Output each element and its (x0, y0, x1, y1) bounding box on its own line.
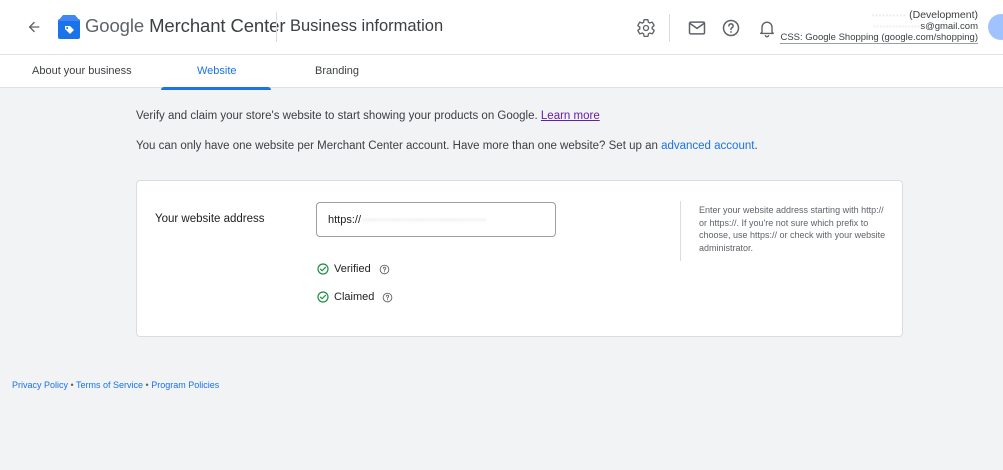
merchant-center-logo[interactable] (57, 14, 81, 40)
account-email-redacted: ··············· (872, 21, 921, 32)
verified-check-icon (317, 263, 329, 275)
avatar[interactable] (988, 14, 1003, 40)
account-email: ···············s@gmail.com (780, 21, 978, 32)
page-title: Business information (290, 17, 444, 35)
url-prefix: https:// (328, 213, 362, 226)
verified-status: Verified (317, 263, 390, 275)
settings-icon[interactable] (635, 17, 657, 39)
account-switcher[interactable]: ·········· (Development) ···············… (780, 10, 978, 44)
footer-separator: • (68, 380, 77, 390)
intro-line-2: You can only have one website per Mercha… (136, 140, 758, 152)
help-icon[interactable] (720, 17, 742, 39)
notifications-icon[interactable] (756, 17, 778, 39)
brand-product: Merchant Center (144, 15, 286, 36)
footer-separator: • (143, 380, 152, 390)
header-divider (276, 12, 277, 42)
website-address-input[interactable]: https://································… (316, 202, 556, 237)
account-name: ·········· (Development) (780, 10, 978, 21)
intro-text-1: Verify and claim your store's website to… (136, 110, 538, 122)
intro-line-2-period: . (754, 140, 758, 152)
hint-divider (680, 201, 681, 261)
account-email-suffix: s@gmail.com (920, 21, 978, 32)
verified-help-icon[interactable] (379, 264, 390, 275)
css-label: CSS: Google Shopping (google.com/shoppin… (780, 32, 978, 44)
privacy-policy-link[interactable]: Privacy Policy (12, 380, 68, 390)
product-name: Google Merchant Center (85, 15, 285, 37)
website-hint-text: Enter your website address starting with… (699, 205, 886, 253)
active-tab-indicator (161, 87, 271, 90)
tab-about-your-business[interactable]: About your business (32, 65, 132, 77)
terms-of-service-link[interactable]: Terms of Service (76, 380, 143, 390)
verified-label: Verified (334, 263, 371, 275)
tab-website[interactable]: Website (197, 65, 237, 77)
advanced-account-link[interactable]: advanced account (661, 140, 754, 152)
learn-more-link[interactable]: Learn more (541, 110, 600, 122)
header-icon-divider (669, 14, 670, 42)
url-redacted: ·································· (362, 213, 487, 226)
section-tabs: About your business Website Branding (0, 55, 1003, 88)
account-name-suffix: (Development) (906, 9, 978, 21)
intro-text-2: You can only have one website per Mercha… (136, 140, 658, 152)
top-app-bar: Google Merchant Center Business informat… (0, 0, 1003, 55)
intro-line-1: Verify and claim your store's website to… (136, 110, 600, 122)
website-address-label: Your website address (155, 213, 265, 225)
account-name-redacted: ·········· (871, 9, 907, 21)
claimed-status: Claimed (317, 291, 393, 303)
tab-branding[interactable]: Branding (315, 65, 359, 77)
mail-icon[interactable] (686, 17, 708, 39)
program-policies-link[interactable]: Program Policies (151, 380, 219, 390)
claimed-help-icon[interactable] (382, 292, 393, 303)
claimed-check-icon (317, 291, 329, 303)
back-arrow-icon[interactable] (22, 15, 46, 39)
brand-google: Google (85, 15, 145, 36)
claimed-label: Claimed (334, 291, 375, 303)
footer-links: Privacy Policy • Terms of Service • Prog… (12, 380, 219, 390)
